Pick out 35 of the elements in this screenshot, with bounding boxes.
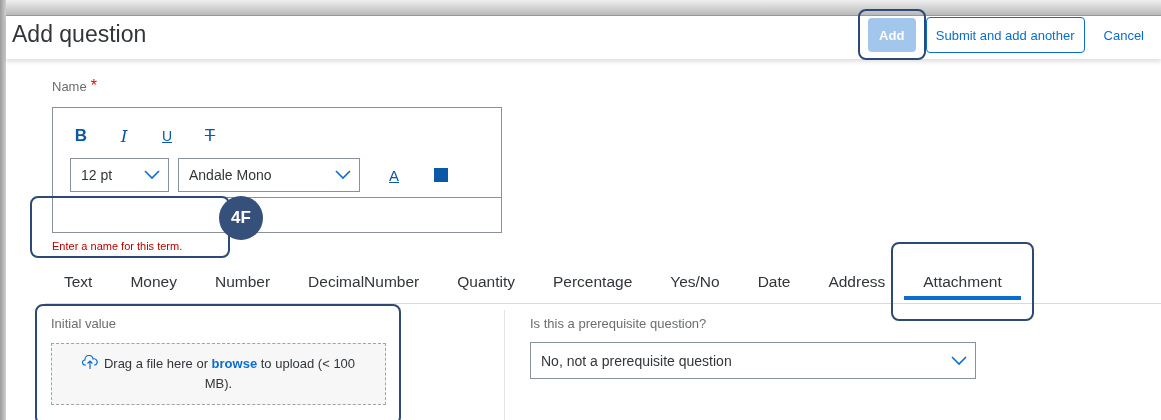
font-size-select[interactable]: 12 pt — [70, 158, 169, 192]
italic-button[interactable]: I — [116, 126, 132, 146]
required-mark: * — [90, 77, 97, 94]
type-tab[interactable]: DecimalNumber — [289, 264, 439, 303]
field-label: Name — [52, 79, 87, 94]
error-message: Enter a name for this term. — [52, 240, 184, 252]
file-drop-zone[interactable]: Drag a file here or browse to upload (< 100 MB). — [51, 343, 386, 405]
drop-instructions: Drag a file here or browse to upload (< 100 MB). — [74, 354, 363, 394]
type-tab[interactable]: Money — [111, 264, 196, 303]
chevron-down-icon — [144, 170, 160, 180]
type-tab[interactable]: Address — [809, 264, 905, 303]
underline-button[interactable]: U — [159, 128, 175, 144]
bold-button[interactable]: B — [73, 126, 89, 146]
field-label: Initial value — [51, 316, 118, 331]
font-family-select[interactable]: Andale Mono — [178, 158, 360, 192]
callout-tooltip: 4F — [219, 196, 263, 240]
type-tab[interactable]: Attachment — [904, 264, 1021, 303]
submit-another-button[interactable]: Submit and add another — [925, 17, 1085, 54]
page-title: Add question — [12, 21, 148, 49]
type-tab[interactable]: Percentage — [533, 264, 652, 303]
browse-link[interactable]: browse — [211, 356, 258, 371]
upload-cloud-icon — [81, 355, 98, 370]
field-label: Is this a prerequisite question? — [530, 316, 708, 331]
type-tab[interactable]: Quantity — [438, 264, 534, 303]
type-tab[interactable]: Number — [195, 264, 290, 303]
type-tab[interactable]: Date — [738, 264, 810, 303]
text-color-button[interactable]: A — [387, 166, 401, 184]
chevron-down-icon — [951, 355, 967, 366]
type-tab[interactable]: Text — [45, 264, 112, 303]
prerequisite-select[interactable]: No, not a prerequisite question — [530, 342, 976, 379]
strike-button[interactable]: T — [202, 126, 218, 146]
highlight-color-button[interactable] — [434, 168, 448, 182]
type-tab[interactable]: Yes/No — [651, 264, 739, 303]
chevron-down-icon — [335, 170, 351, 180]
cancel-link[interactable]: Cancel — [1094, 17, 1153, 54]
